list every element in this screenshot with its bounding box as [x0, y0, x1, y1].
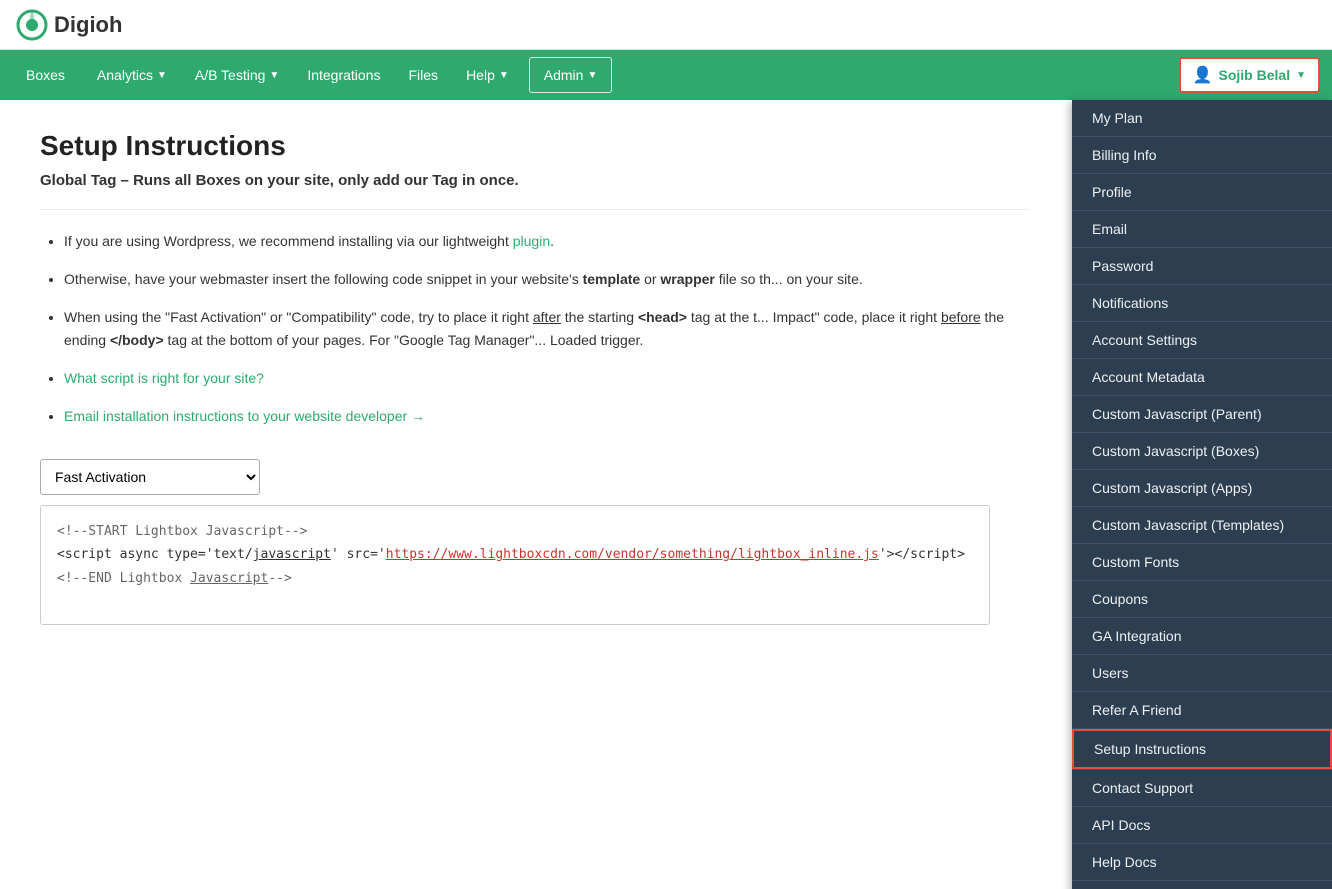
dropdown-item-account-settings[interactable]: Account Settings [1072, 322, 1332, 359]
nav-item-analytics[interactable]: Analytics ▼ [83, 50, 181, 100]
script-help-link[interactable]: What script is right for your site? [64, 370, 264, 386]
dropdown-item-refer-friend[interactable]: Refer A Friend [1072, 692, 1332, 729]
nav-item-files[interactable]: Files [395, 50, 453, 100]
logo[interactable]: Digioh [16, 9, 122, 41]
dropdown-item-coupons[interactable]: Coupons [1072, 581, 1332, 618]
code-line-3: <!--END Lightbox Javascript--> [57, 567, 973, 590]
list-item: When using the "Fast Activation" or "Com… [64, 306, 1030, 354]
dropdown-item-help-docs[interactable]: Help Docs [1072, 844, 1332, 881]
dropdown-item-email[interactable]: Email [1072, 211, 1332, 248]
main-content: Setup Instructions Global Tag – Runs all… [0, 100, 1070, 655]
dropdown-item-account-metadata[interactable]: Account Metadata [1072, 359, 1332, 396]
dropdown-item-custom-js-templates[interactable]: Custom Javascript (Templates) [1072, 507, 1332, 544]
list-item: What script is right for your site? [64, 367, 1030, 391]
list-item: Email installation instructions to your … [64, 405, 1030, 429]
dropdown-item-billing[interactable]: Billing Info [1072, 137, 1332, 174]
page-subtitle: Global Tag – Runs all Boxes on your site… [40, 172, 1030, 210]
analytics-caret-icon: ▼ [157, 70, 167, 81]
dropdown-item-contact-support[interactable]: Contact Support [1072, 769, 1332, 807]
plugin-link[interactable]: plugin [513, 233, 550, 249]
dropdown-item-logout[interactable]: Logout [1072, 881, 1332, 889]
dropdown-item-password[interactable]: Password [1072, 248, 1332, 285]
dropdown-item-notifications[interactable]: Notifications [1072, 285, 1332, 322]
dropdown-item-custom-js-parent[interactable]: Custom Javascript (Parent) [1072, 396, 1332, 433]
user-icon: 👤 [1193, 65, 1213, 85]
user-label: Sojib Belal [1219, 67, 1291, 83]
logo-text: Digioh [54, 12, 122, 38]
user-button[interactable]: 👤 Sojib Belal ▼ [1179, 57, 1320, 93]
instructions-list: If you are using Wordpress, we recommend… [40, 230, 1030, 429]
logo-icon [16, 9, 48, 41]
nav-item-boxes[interactable]: Boxes [8, 50, 83, 100]
user-caret-icon: ▼ [1296, 70, 1306, 81]
activation-select[interactable]: Fast Activation Compatibility Minimal Im… [40, 459, 260, 495]
activation-select-wrap: Fast Activation Compatibility Minimal Im… [40, 459, 1030, 495]
list-item: If you are using Wordpress, we recommend… [64, 230, 1030, 254]
dropdown-item-setup-instructions[interactable]: Setup Instructions [1072, 729, 1332, 769]
list-item: Otherwise, have your webmaster insert th… [64, 268, 1030, 292]
dropdown-item-custom-fonts[interactable]: Custom Fonts [1072, 544, 1332, 581]
nav-item-integrations[interactable]: Integrations [293, 50, 394, 100]
admin-caret-icon: ▼ [587, 70, 597, 81]
nav-item-help[interactable]: Help ▼ [452, 50, 523, 100]
page-title: Setup Instructions [40, 130, 1030, 162]
dropdown-item-myplan[interactable]: My Plan [1072, 100, 1332, 137]
dropdown-item-custom-js-apps[interactable]: Custom Javascript (Apps) [1072, 470, 1332, 507]
nav-item-admin[interactable]: Admin ▼ [529, 57, 613, 93]
code-line-1: <!--START Lightbox Javascript--> [57, 520, 973, 543]
dropdown-item-api-docs[interactable]: API Docs [1072, 807, 1332, 844]
help-caret-icon: ▼ [499, 70, 509, 81]
user-dropdown-menu: My Plan Billing Info Profile Email Passw… [1072, 100, 1332, 889]
dropdown-item-custom-js-boxes[interactable]: Custom Javascript (Boxes) [1072, 433, 1332, 470]
email-instructions-link[interactable]: Email installation instructions to your … [64, 408, 425, 424]
code-line-2: <script async type='text/javascript' src… [57, 543, 973, 566]
dropdown-item-profile[interactable]: Profile [1072, 174, 1332, 211]
dropdown-item-ga-integration[interactable]: GA Integration [1072, 618, 1332, 655]
code-box: <!--START Lightbox Javascript--> <script… [40, 505, 990, 625]
nav-item-abtesting[interactable]: A/B Testing ▼ [181, 50, 293, 100]
abtesting-caret-icon: ▼ [269, 70, 279, 81]
dropdown-item-users[interactable]: Users [1072, 655, 1332, 692]
